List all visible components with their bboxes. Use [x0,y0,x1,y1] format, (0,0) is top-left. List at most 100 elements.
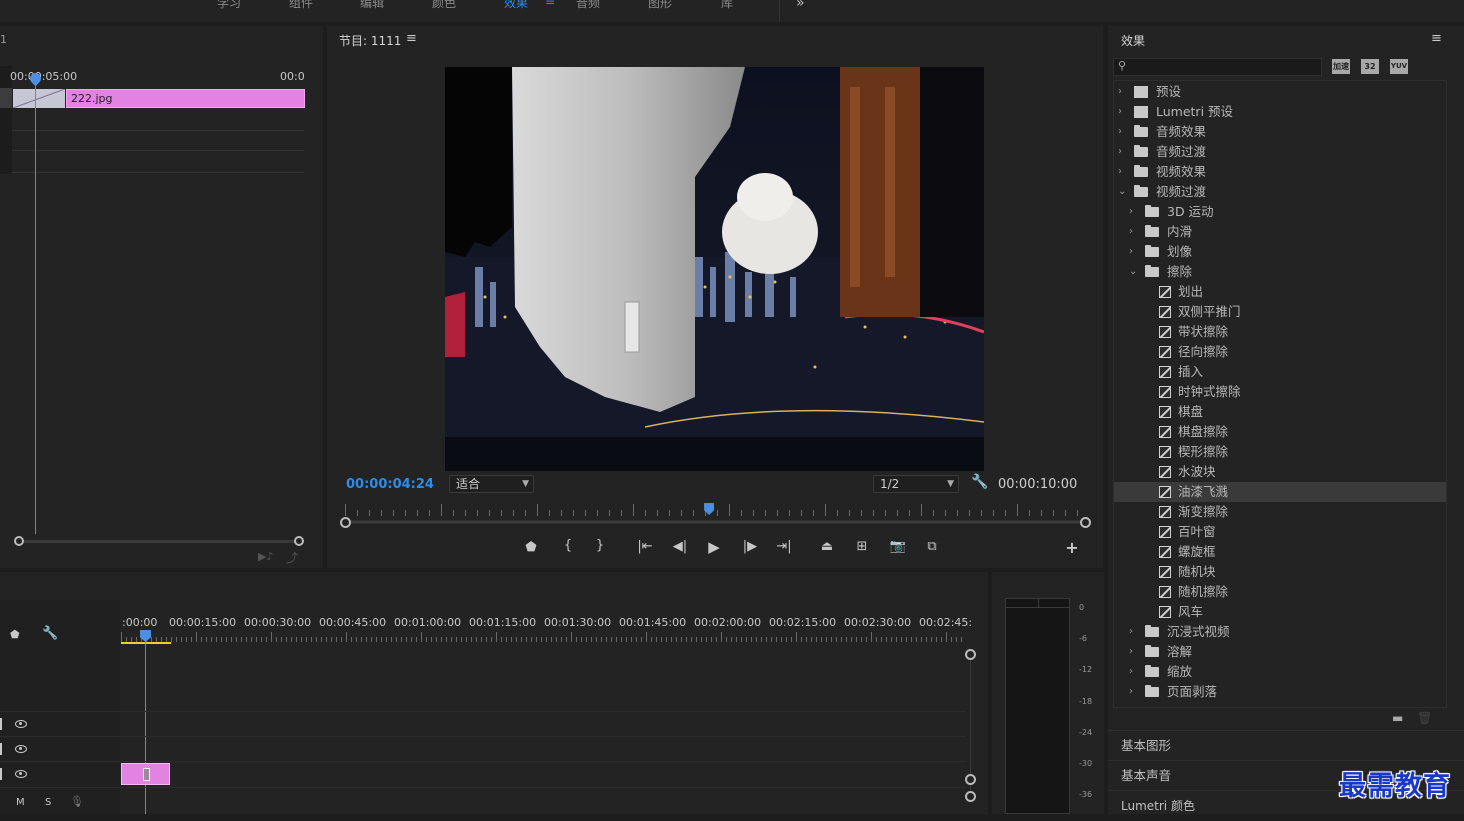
effects-search-input[interactable]: ⚲ [1113,58,1322,76]
tab-effects-menu-icon[interactable]: ≡ [545,0,555,8]
effects-tree-row[interactable]: › 音频过渡 [1114,142,1446,162]
effects-tree-row[interactable]: 径向擦除 [1114,342,1446,362]
effects-tree-row[interactable]: › 溶解 [1114,642,1446,662]
tab-effects[interactable]: 效果 [504,0,528,11]
tab-editing[interactable]: 编辑 [360,0,384,11]
effects-tree-row[interactable]: ⌄ 视频过渡 [1114,182,1446,202]
chevron-right-icon[interactable]: › [1129,642,1133,662]
effects-tree-row[interactable]: › 音频效果 [1114,122,1446,142]
effects-tree-row[interactable]: 划出 [1114,282,1446,302]
timeline-clip-v1[interactable] [121,763,170,785]
program-zoom-handle-right[interactable] [1080,517,1091,528]
effects-tree-row[interactable]: › 视频效果 [1114,162,1446,182]
section-essential-graphics[interactable]: 基本图形 [1108,730,1464,760]
source-track-header[interactable] [0,88,12,108]
track-v2-eye-icon[interactable] [15,745,27,753]
chevron-right-icon[interactable]: › [1118,142,1122,162]
effects-tree-row[interactable]: 棋盘擦除 [1114,422,1446,442]
lift-icon[interactable]: ⏏ [817,539,837,554]
effects-tree-row[interactable]: 风车 [1114,602,1446,622]
effects-tree-row[interactable]: 带状擦除 [1114,322,1446,342]
effects-tree-row[interactable]: ⌄ 擦除 [1114,262,1446,282]
tab-audio[interactable]: 音频 [576,0,600,11]
tab-color[interactable]: 颜色 [432,0,456,11]
effects-tree-row[interactable]: 随机擦除 [1114,582,1446,602]
track-target-v2[interactable] [0,743,2,755]
source-scroll-handle-right[interactable] [294,536,304,546]
comparison-view-icon[interactable]: ⧉ [922,539,942,554]
track-target-v1[interactable] [0,768,2,780]
timeline-work-area-bar[interactable] [121,642,171,644]
timeline-vscroll-handle-top[interactable] [965,649,976,660]
microphone-icon[interactable]: 🎙 [70,795,84,808]
effects-tree-row[interactable]: 棋盘 [1114,402,1446,422]
track-v1-eye-icon[interactable] [15,770,27,778]
go-to-out-icon[interactable]: ⇥| [774,539,794,554]
chevron-right-icon[interactable]: › [1129,662,1133,682]
effects-tree-row[interactable]: 楔形擦除 [1114,442,1446,462]
program-time-ruler[interactable] [340,502,1092,528]
track-target-v3[interactable] [0,718,2,730]
mark-out-icon[interactable]: } [590,538,610,553]
tab-learn[interactable]: 学习 [217,0,241,11]
chevron-right-icon[interactable]: › [1129,682,1133,702]
effects-tree-row[interactable]: › 内滑 [1114,222,1446,242]
track-a1-mute-button[interactable]: M [16,797,25,808]
trash-icon[interactable]: 🗑 [1417,711,1432,725]
effects-menu-icon[interactable]: ≡ [1431,31,1442,46]
track-v3-eye-icon[interactable] [15,720,27,728]
chevron-right-icon[interactable]: › [1129,622,1133,642]
effects-tree-row[interactable]: › 页面剥落 [1114,682,1446,702]
program-resolution-select[interactable]: 1/2 ▼ [873,475,959,493]
effects-tree-row[interactable]: 水波块 [1114,462,1446,482]
play-icon[interactable]: ▶ [704,538,724,556]
effects-tree-row[interactable]: 随机块 [1114,562,1446,582]
chevron-right-icon[interactable]: › [1129,242,1133,262]
timeline-settings-wrench-icon[interactable]: 🔧 [42,626,58,641]
tab-libraries[interactable]: 库 [721,0,733,11]
source-zoom-scrollbar[interactable] [18,540,300,543]
go-to-in-icon[interactable]: |⇤ [635,539,655,554]
track-a1-solo-button[interactable]: S [45,797,51,808]
tab-graphics[interactable]: 图形 [648,0,672,11]
effects-tree-row[interactable]: 渐变擦除 [1114,502,1446,522]
effects-tree-row[interactable]: › 划像 [1114,242,1446,262]
new-bin-icon[interactable]: ▬ [1392,711,1403,725]
timeline-transition-marker[interactable] [143,768,150,781]
source-transition-block[interactable] [13,89,65,108]
chevron-right-icon[interactable]: › [1118,122,1122,142]
chevron-right-icon[interactable]: › [1118,82,1122,102]
effects-tree-row[interactable]: 百叶窗 [1114,522,1446,542]
tab-assembly[interactable]: 组件 [289,0,313,11]
program-fit-select[interactable]: 适合 ▼ [449,475,534,493]
32bit-filter-icon[interactable]: 32 [1361,59,1379,74]
mark-in-icon[interactable]: { [558,538,578,553]
chevron-right-icon[interactable]: › [1118,102,1122,122]
effects-tree-row[interactable]: › 缩放 [1114,662,1446,682]
effects-tree-row[interactable]: 双侧平推门 [1114,302,1446,322]
effects-tree-row[interactable]: 时钟式擦除 [1114,382,1446,402]
camera-icon[interactable]: 📷 [888,539,908,554]
yuv-filter-icon[interactable]: YUV [1390,59,1408,74]
add-marker-icon[interactable]: ⬟ [521,540,541,555]
effects-tree-row[interactable]: 螺旋框 [1114,542,1446,562]
effects-tree-row[interactable]: › Lumetri 预设 [1114,102,1446,122]
program-menu-icon[interactable]: ≡ [406,31,417,46]
step-back-icon[interactable]: ◀| [670,539,690,554]
chevron-down-icon[interactable]: ⌄ [1118,182,1126,202]
timeline-marker-icon[interactable]: ⬟ [10,628,20,641]
chevron-right-icon[interactable]: › [1129,222,1133,242]
button-editor-add-button[interactable]: + [1062,538,1082,557]
effects-tree-row[interactable]: › 预设 [1114,82,1446,102]
chevron-right-icon[interactable]: › [1118,162,1122,182]
program-current-timecode[interactable]: 00:00:04:24 [346,477,434,492]
effects-tree-row[interactable]: 插入 [1114,362,1446,382]
effects-tree-row[interactable]: 油漆飞溅 [1114,482,1446,502]
workspace-overflow-icon[interactable]: » [796,0,805,11]
chevron-right-icon[interactable]: › [1129,202,1133,222]
wrench-icon[interactable]: 🔧 [971,474,988,490]
effects-tree-row[interactable]: › 沉浸式视频 [1114,622,1446,642]
step-forward-icon[interactable]: |▶ [740,539,760,554]
export-audio-icon[interactable]: ▶♪ [258,550,273,563]
source-scroll-handle-left[interactable] [14,536,24,546]
